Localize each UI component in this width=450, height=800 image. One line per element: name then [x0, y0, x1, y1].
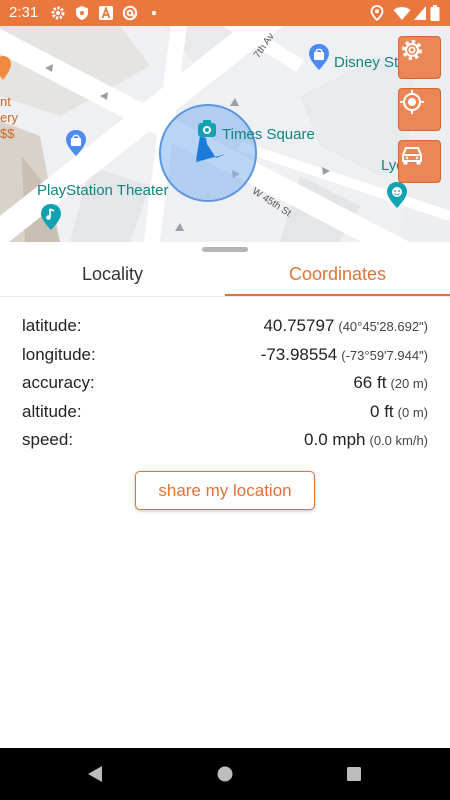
my-location-button[interactable] — [398, 88, 441, 131]
coord-value: 66 ft — [353, 373, 387, 392]
edge-label-2: ery — [0, 110, 19, 125]
navigation-bar — [0, 748, 450, 800]
coord-label: altitude: — [22, 401, 82, 421]
coord-sub-value: (0 m) — [397, 404, 428, 420]
tab-coordinates[interactable]: Coordinates — [225, 254, 450, 297]
shopping-bag-icon-2 — [66, 130, 86, 156]
battery-icon — [430, 5, 440, 21]
coord-label: speed: — [22, 430, 74, 449]
edge-label-3: $$ — [0, 126, 15, 141]
restaurant-pin-icon — [0, 56, 11, 80]
place-label-playstation-theater[interactable]: PlayStation Theater — [37, 182, 168, 199]
coord-row-accuracy: accuracy: 66 ft (20 m) — [0, 371, 450, 400]
music-note-icon — [41, 204, 61, 230]
coord-value: 0 ft — [370, 401, 394, 421]
settings-gear-icon — [402, 40, 422, 60]
coord-value-group: -73.98554 (-73°59'7.944") — [261, 345, 428, 365]
status-time: 2:31 — [9, 4, 39, 21]
share-location-button[interactable]: share my location — [135, 471, 315, 510]
coord-row-longitude: longitude: -73.98554 (-73°59'7.944") — [0, 343, 450, 372]
shield-icon — [76, 6, 88, 20]
tab-locality[interactable]: Locality — [0, 254, 225, 297]
coord-sub-value: (0.0 km/h) — [369, 433, 428, 448]
drag-handle[interactable] — [202, 247, 248, 252]
coord-sub-value: (-73°59'7.944") — [341, 347, 428, 363]
coord-value-group: 0 ft (0 m) — [370, 402, 428, 422]
wifi-icon — [393, 7, 411, 20]
coord-value-group: 40.75797 (40°45'28.692") — [263, 316, 428, 336]
camera-icon — [198, 120, 216, 137]
location-icon — [370, 5, 384, 21]
at-icon — [122, 5, 138, 21]
tab-divider — [0, 296, 450, 297]
coord-value: 40.75797 — [263, 316, 335, 335]
bottom-sheet: Locality Coordinates latitude: 40.75797(… — [0, 242, 450, 748]
coord-value-group: 66 ft (20 m) — [353, 373, 428, 393]
car-icon — [402, 147, 422, 165]
status-bar: 2:31 — [0, 0, 450, 26]
coord-row-altitude: altitude: 0 ft (0 m) — [0, 400, 450, 429]
driving-mode-button[interactable] — [398, 140, 441, 183]
coord-label: longitude: — [22, 344, 96, 364]
my-location-icon — [400, 90, 424, 114]
coord-value: -73.98554 — [260, 344, 338, 364]
back-icon[interactable] — [86, 765, 104, 783]
coord-label: accuracy: — [22, 373, 95, 392]
theater-icon — [387, 182, 407, 208]
a-icon — [99, 5, 113, 20]
place-label-disney-store[interactable]: Disney Sto — [334, 54, 407, 71]
settings-button[interactable] — [398, 36, 441, 79]
map-view[interactable]: Times Square Disney Sto PlayStation Thea… — [0, 26, 450, 242]
coord-row-speed: speed: 0.0 mph (0.0 km/h) — [0, 428, 450, 457]
coord-label: latitude: — [22, 316, 82, 335]
coord-row-latitude: latitude: 40.75797 (40°45'28.692") — [0, 314, 450, 343]
recents-icon[interactable] — [346, 766, 362, 782]
tab-bar: Locality Coordinates — [0, 254, 450, 297]
coord-value: 0.0 mph — [304, 430, 366, 449]
edge-label-1: nt — [0, 94, 11, 109]
signal-icon — [414, 6, 426, 20]
home-icon[interactable] — [216, 765, 234, 783]
coord-sub-value: (40°45'28.692") — [338, 319, 428, 334]
gear-icon — [51, 6, 65, 20]
coord-value-group: 0.0 mph (0.0 km/h) — [304, 430, 428, 450]
coord-sub-value: (20 m) — [390, 376, 428, 391]
tab-selected-indicator — [225, 294, 450, 296]
place-label-times-square[interactable]: Times Square — [222, 126, 315, 143]
shopping-bag-icon — [309, 44, 329, 70]
dot-icon — [151, 10, 157, 16]
coordinates-list: latitude: 40.75797 (40°45'28.692") longit… — [0, 314, 450, 457]
